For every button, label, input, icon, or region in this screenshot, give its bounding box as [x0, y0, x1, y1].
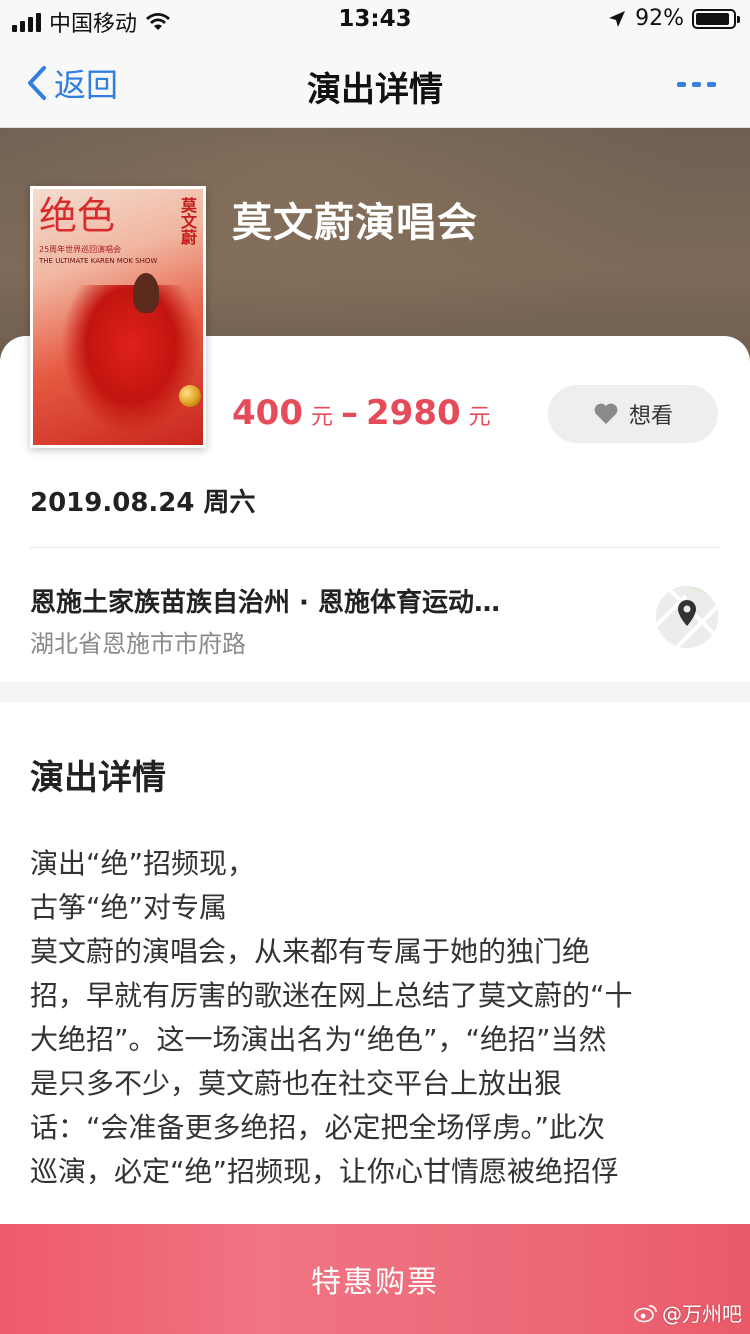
- details-line: 莫文蔚的演唱会，从来都有专属于她的独门绝: [30, 935, 591, 968]
- poster-globe-icon: [179, 385, 201, 407]
- poster-title: 绝色: [39, 194, 116, 238]
- details-line: 大绝招”。这一场演出名为“绝色”，“绝招”当然: [30, 1023, 607, 1056]
- price-range: 400 元 – 2980 元: [232, 393, 491, 433]
- price-separator: –: [341, 393, 358, 433]
- details-line: 演出“绝”招频现，: [30, 847, 256, 880]
- details-line: 是只多不少，莫文蔚也在社交平台上放出狠: [30, 1067, 563, 1100]
- battery-icon: [692, 8, 740, 29]
- event-poster[interactable]: 绝色 莫文蔚 25周年世界巡回演唱会 THE ULTIMATE KAREN MO…: [30, 186, 206, 448]
- page-title: 演出详情: [307, 70, 443, 110]
- more-dot-icon: [677, 82, 686, 87]
- weibo-icon: [634, 1304, 657, 1322]
- map-pin-icon[interactable]: [656, 586, 718, 648]
- divider: [30, 547, 720, 548]
- watermark-text: @万州吧: [662, 1302, 742, 1326]
- location-arrow-icon: [609, 10, 626, 27]
- price-unit: 元: [468, 405, 491, 430]
- want-to-see-label: 想看: [628, 404, 673, 429]
- poster-subtitle-en: THE ULTIMATE KAREN MOK SHOW: [39, 257, 158, 265]
- venue-name[interactable]: 恩施土家族苗族自治州 · 恩施体育运动…: [30, 582, 630, 619]
- details-line: 话：“会准备更多绝招，必定把全场俘虏。”此次: [30, 1111, 606, 1144]
- poster-figure-shape: [133, 273, 159, 313]
- more-button[interactable]: [677, 82, 716, 87]
- poster-subtitle: 25周年世界巡回演唱会: [39, 245, 122, 254]
- battery-percent: 92%: [635, 6, 684, 31]
- nav-bar: 返回 演出详情: [0, 40, 750, 128]
- more-dot-icon: [692, 82, 701, 87]
- details-line: 巡演，必定“绝”招频现，让你心甘情愿被绝招俘: [30, 1155, 620, 1188]
- status-bar: 中国移动 13:43 92%: [0, 0, 750, 40]
- details-text: 演出“绝”招频现， 古筝“绝”对专属 莫文蔚的演唱会，从来都有专属于她的独门绝 …: [30, 842, 720, 1194]
- watermark: @万州吧: [634, 1298, 742, 1327]
- price-unit: 元: [310, 405, 333, 430]
- more-dot-icon: [707, 82, 716, 87]
- details-heading: 演出详情: [30, 758, 166, 798]
- poster-dress-shape: [61, 285, 201, 435]
- price-max: 2980: [366, 393, 461, 433]
- poster-artist: 莫文蔚: [178, 197, 197, 245]
- details-line: 招，早就有厉害的歌迷在网上总结了莫文蔚的“十: [30, 979, 633, 1012]
- event-date: 2019.08.24 周六: [30, 488, 256, 518]
- battery-fill: [696, 12, 730, 25]
- venue-address: 湖北省恩施市市府路: [30, 630, 246, 658]
- details-line: 古筝“绝”对专属: [30, 891, 228, 924]
- price-min: 400: [232, 393, 303, 433]
- event-title: 莫文蔚演唱会: [232, 200, 478, 246]
- want-to-see-button[interactable]: 想看: [548, 385, 718, 443]
- heart-icon: [594, 403, 618, 424]
- status-right: 92%: [607, 6, 740, 31]
